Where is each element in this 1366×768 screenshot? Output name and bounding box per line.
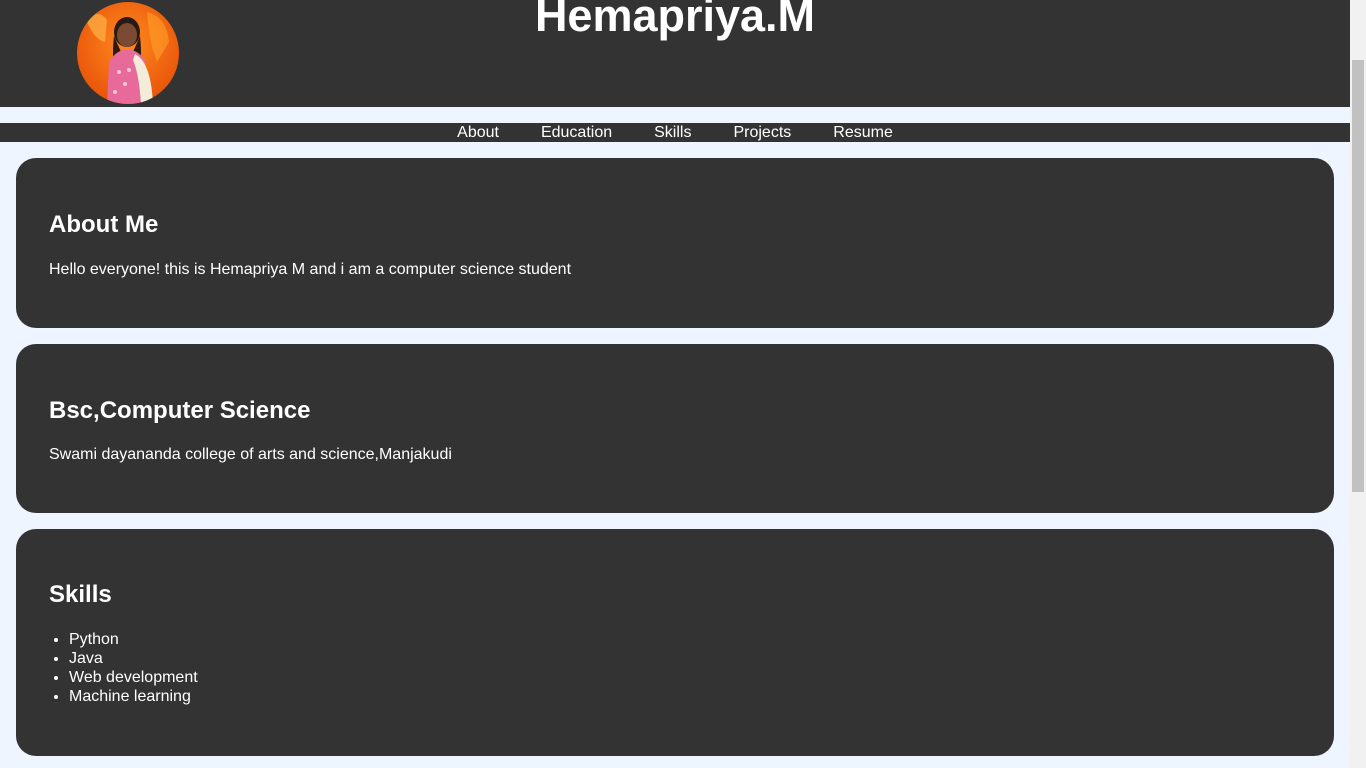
- nav-link-projects[interactable]: Projects: [733, 123, 791, 142]
- education-section: Bsc,Computer Science Swami dayananda col…: [16, 344, 1334, 513]
- nav-link-skills[interactable]: Skills: [654, 123, 691, 142]
- education-heading: Bsc,Computer Science: [49, 397, 311, 424]
- education-text: Swami dayananda college of arts and scie…: [49, 446, 452, 463]
- nav-link-resume[interactable]: Resume: [833, 123, 893, 142]
- nav-link-about[interactable]: About: [457, 123, 499, 142]
- about-section: About Me Hello everyone! this is Hemapri…: [16, 158, 1334, 328]
- site-title: Hemapriya.M: [534, 0, 816, 41]
- skill-item: Web development: [69, 668, 198, 687]
- skill-item: Python: [69, 630, 198, 649]
- skill-item: Machine learning: [69, 687, 198, 706]
- browser-viewport: Hemapriya.M About Education Skills Proje…: [0, 0, 1366, 768]
- skills-heading: Skills: [49, 581, 112, 608]
- main-nav: About Education Skills Projects Resume: [0, 123, 1350, 142]
- site-header: Hemapriya.M: [0, 0, 1350, 107]
- skill-item: Java: [69, 649, 198, 668]
- skills-list: Python Java Web development Machine lear…: [49, 630, 198, 706]
- skills-section: Skills Python Java Web development Machi…: [16, 529, 1334, 756]
- about-text: Hello everyone! this is Hemapriya M and …: [49, 261, 572, 278]
- nav-link-education[interactable]: Education: [541, 123, 612, 142]
- scrollbar-thumb[interactable]: [1352, 60, 1364, 492]
- vertical-scrollbar[interactable]: [1350, 0, 1366, 768]
- about-heading: About Me: [49, 211, 159, 238]
- page: Hemapriya.M About Education Skills Proje…: [0, 0, 1350, 768]
